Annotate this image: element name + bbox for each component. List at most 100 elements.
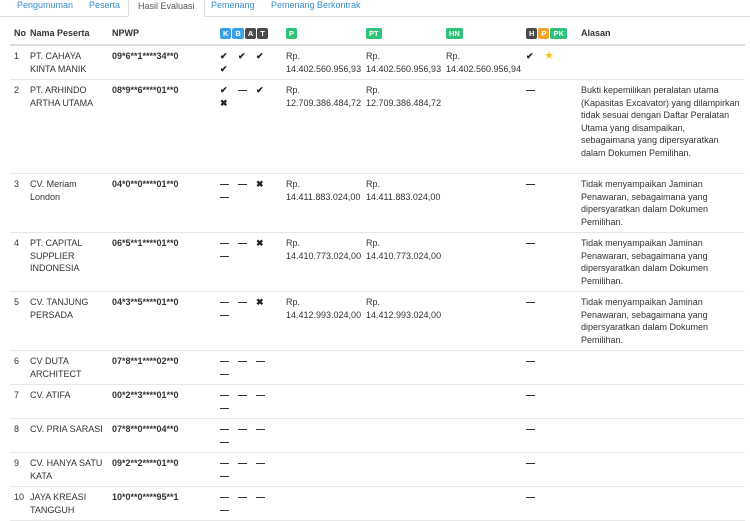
eval-mark-h: ✔ <box>526 51 534 61</box>
row-p: Rp. 14.402.560.956,93 <box>282 45 362 80</box>
row-npwp: 06*5**1****01**0 <box>108 232 216 292</box>
eval-mark-b: — <box>238 390 247 400</box>
row-npwp: 04*0**0****01**0 <box>108 173 216 233</box>
eval-mark-h: — <box>526 356 535 366</box>
row-hn <box>442 232 522 292</box>
row-p <box>282 418 362 453</box>
row-pt <box>362 384 442 419</box>
row-pt <box>362 418 442 453</box>
row-hn <box>442 384 522 419</box>
eval-mark-a: — <box>256 390 265 400</box>
row-alasan <box>577 350 745 385</box>
tab-pengumuman[interactable]: Pengumuman <box>8 0 82 15</box>
row-nama-peserta: CV. HANYA SATU KATA <box>26 452 108 487</box>
eval-mark-t: ✖ <box>220 97 228 108</box>
row-nama-peserta: CV. PRIA SARASI <box>26 418 108 453</box>
row-npwp: 00*2**3****01**0 <box>108 384 216 419</box>
row-hn <box>442 173 522 233</box>
row-alasan: Tidak menyampaikan Jaminan Penawaran, se… <box>577 291 745 351</box>
table-row: 8 CV. PRIA SARASI 07*8**0****04**0 — — — — — <box>10 418 745 453</box>
eval-mark-h: — <box>526 458 535 468</box>
eval-mark-a: ✔ <box>256 85 264 95</box>
row-pt <box>362 350 442 385</box>
row-hppk: — <box>522 350 577 385</box>
evaluation-table: No Nama Peserta NPWP KBAT P PT HN H P PK A… <box>10 24 745 521</box>
eval-mark-a: ✖ <box>256 238 264 248</box>
row-npwp: 07*8**1****02**0 <box>108 350 216 385</box>
row-hn <box>442 486 522 521</box>
eval-mark-t: — <box>220 402 229 413</box>
eval-mark-b: — <box>238 297 247 307</box>
eval-mark-b: — <box>238 356 247 366</box>
table-row: 3 CV. Meriam London 04*0**0****01**0 — — ✖ — Rp… <box>10 173 745 233</box>
eval-mark-k: — <box>220 492 229 502</box>
row-no: 4 <box>10 232 26 292</box>
row-kbat: — — ✖ — <box>216 232 282 292</box>
table-row: 5 CV. TANJUNG PERSADA 04*3**5****01**0— — ✖—… <box>10 291 745 351</box>
table-row: 2 PT. ARHINDO ARTHA UTAMA 08*9**6****01**0… <box>10 79 745 174</box>
eval-mark-k: — <box>220 238 229 248</box>
row-nama-peserta: CV. ATIFA <box>26 384 108 419</box>
row-no: 3 <box>10 173 26 233</box>
row-npwp: 09*2**2****01**0 <box>108 452 216 487</box>
row-hppk: — <box>522 452 577 487</box>
row-no: 2 <box>10 79 26 174</box>
eval-mark-k: — <box>220 424 229 434</box>
row-alasan <box>577 486 745 521</box>
col-no: No <box>10 24 26 46</box>
eval-mark-h: — <box>526 492 535 502</box>
row-kbat: — — — — <box>216 452 282 487</box>
row-nama-peserta: JAYA KREASI TANGGUH <box>26 486 108 521</box>
row-hn <box>442 79 522 174</box>
row-alasan: Tidak menyampaikan Jaminan Penawaran, se… <box>577 232 745 292</box>
tab-hasil-evaluasi[interactable]: Hasil Evaluasi <box>128 0 205 17</box>
row-hn <box>442 291 522 351</box>
tab-peserta[interactable]: Peserta <box>80 0 129 15</box>
eval-mark-h: — <box>526 85 535 95</box>
row-no: 5 <box>10 291 26 351</box>
row-kbat: — — ✖ — <box>216 291 282 351</box>
row-hn <box>442 350 522 385</box>
badge-p: P <box>286 27 298 39</box>
row-alasan <box>577 45 745 80</box>
row-nama-peserta: CV. TANJUNG PERSADA <box>26 291 108 351</box>
row-p: Rp. 14.412.993.024,00 <box>282 291 362 351</box>
eval-mark-t: — <box>220 368 229 379</box>
row-npwp: 04*3**5****01**0 <box>108 291 216 351</box>
eval-mark-a: — <box>256 424 265 434</box>
row-no: 8 <box>10 418 26 453</box>
row-nama-peserta: CV DUTA ARCHITECT <box>26 350 108 385</box>
row-hppk: — <box>522 173 577 233</box>
table-row: 4 PT. CAPITAL SUPPLIER INDONESIA 06*5**1**… <box>10 232 745 292</box>
row-no: 9 <box>10 452 26 487</box>
row-p <box>282 452 362 487</box>
eval-mark-t: — <box>220 470 229 481</box>
row-no: 1 <box>10 45 26 80</box>
eval-mark-h: — <box>526 424 535 434</box>
row-kbat: — — — — <box>216 384 282 419</box>
table-row: 7 CV. ATIFA 00*2**3****01**0 — — — — — <box>10 384 745 419</box>
row-alasan: Tidak menyampaikan Jaminan Penawaran, se… <box>577 173 745 233</box>
row-pt <box>362 452 442 487</box>
row-no: 10 <box>10 486 26 521</box>
col-hn: HN <box>442 24 522 46</box>
row-npwp: 10*0**0****95**1 <box>108 486 216 521</box>
eval-mark-a: — <box>256 458 265 468</box>
col-alasan: Alasan <box>577 24 745 46</box>
tab-pemenang[interactable]: Pemenang <box>202 0 264 15</box>
eval-mark-h: — <box>526 297 535 307</box>
row-no: 7 <box>10 384 26 419</box>
row-hn: Rp. 14.402.560.956,94 <box>442 45 522 80</box>
eval-mark-t: — <box>220 436 229 447</box>
row-hppk: — <box>522 418 577 453</box>
row-hppk: ✔ ★ <box>522 45 577 80</box>
row-nama-peserta: CV. Meriam London <box>26 173 108 233</box>
row-p <box>282 486 362 521</box>
badge-pt: PT <box>366 27 382 39</box>
row-no: 6 <box>10 350 26 385</box>
row-hn <box>442 452 522 487</box>
eval-mark-t: — <box>220 191 229 202</box>
tab-pemenang-berkontrak[interactable]: Pemenang Berkontrak <box>262 0 370 15</box>
eval-mark-a: — <box>256 492 265 502</box>
badge-a: A <box>244 27 257 39</box>
